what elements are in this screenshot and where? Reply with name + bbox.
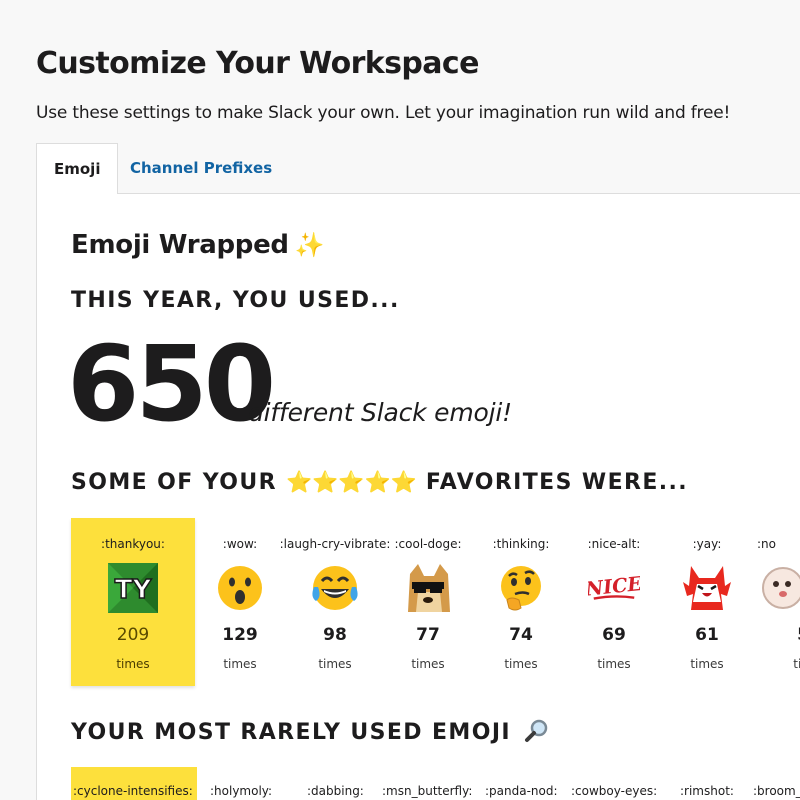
emoji-count-number: 650: [67, 323, 276, 445]
page-subtitle: Use these settings to make Slack your ow…: [36, 103, 731, 123]
emoji-count-caption: different Slack emoji!: [248, 398, 512, 427]
rare-heading: YOUR MOST RARELY USED EMOJI: [71, 717, 550, 749]
rare-emoji-item[interactable]: :cowboy-eyes:: [571, 767, 657, 800]
rare-emoji-item[interactable]: :holymoly:: [210, 767, 272, 800]
emoji-times: times: [597, 657, 631, 671]
favorites-heading-prefix: SOME OF YOUR: [71, 470, 277, 495]
page-title: Customize Your Workspace: [36, 46, 479, 81]
tab-bar: Emoji Channel Prefixes: [36, 143, 800, 194]
emoji-count: 69: [602, 625, 626, 645]
five-stars-icon: ⭐⭐⭐⭐⭐: [286, 470, 417, 494]
svg-text:TY: TY: [115, 575, 153, 605]
rare-row: :cyclone-intensifies: :holymoly: :dabbin…: [71, 767, 800, 800]
magnifying-glass-icon: [524, 717, 550, 749]
rare-heading-text: YOUR MOST RARELY USED EMOJI: [71, 720, 511, 745]
favorites-row: :thankyou: TY 209 times :wow: 129 times …: [71, 518, 800, 688]
ghost-icon: [757, 562, 800, 614]
thankyou-icon: TY: [107, 562, 159, 614]
emoji-times: times: [116, 657, 150, 671]
rare-emoji-item[interactable]: :panda-nod:: [485, 767, 558, 800]
emoji-count: 77: [416, 625, 440, 645]
emoji-panel: Emoji Wrapped ✨ THIS YEAR, YOU USED... 65…: [36, 193, 800, 800]
emoji-name: :yay:: [692, 537, 722, 551]
emoji-times: times: [690, 657, 724, 671]
year-heading: THIS YEAR, YOU USED...: [71, 288, 400, 313]
cool-doge-icon: [402, 562, 454, 614]
emoji-count: 98: [323, 625, 347, 645]
emoji-count: 61: [695, 625, 719, 645]
surprised-face-icon: [214, 562, 266, 614]
favorites-heading: SOME OF YOUR ⭐⭐⭐⭐⭐ FAVORITES WERE...: [71, 470, 688, 495]
emoji-times: times: [223, 657, 257, 671]
wrapped-title: Emoji Wrapped ✨: [71, 230, 325, 260]
favorite-emoji-card[interactable]: :no 5 tim: [757, 518, 800, 686]
yay-fox-icon: [681, 562, 733, 614]
tab-emoji[interactable]: Emoji: [36, 143, 119, 194]
rare-emoji-item[interactable]: :cyclone-intensifies:: [71, 767, 197, 800]
rare-emoji-item[interactable]: :dabbing:: [307, 767, 364, 800]
thinking-face-icon: [495, 562, 547, 614]
favorites-heading-suffix: FAVORITES WERE...: [425, 470, 689, 495]
rare-emoji-item[interactable]: :msn_butterfly:: [382, 767, 472, 800]
wrapped-title-text: Emoji Wrapped: [71, 230, 289, 260]
emoji-count: 5: [757, 625, 800, 645]
nice-text-icon: NICE: [588, 562, 640, 614]
emoji-name: :no: [757, 537, 776, 551]
emoji-times: times: [411, 657, 445, 671]
emoji-count: 74: [509, 625, 533, 645]
favorite-emoji-card[interactable]: :yay: 61 times: [657, 518, 757, 686]
rare-emoji-item[interactable]: :broom_: [753, 767, 800, 800]
emoji-times: times: [504, 657, 538, 671]
rare-emoji-item[interactable]: :rimshot:: [680, 767, 734, 800]
emoji-times: times: [318, 657, 352, 671]
emoji-count: 129: [222, 625, 258, 645]
emoji-count: 209: [116, 625, 150, 645]
sparkles-icon: ✨: [294, 231, 325, 259]
emoji-times: tim: [793, 657, 800, 671]
tab-channel-prefixes[interactable]: Channel Prefixes: [113, 143, 289, 194]
laugh-cry-icon: [309, 562, 361, 614]
